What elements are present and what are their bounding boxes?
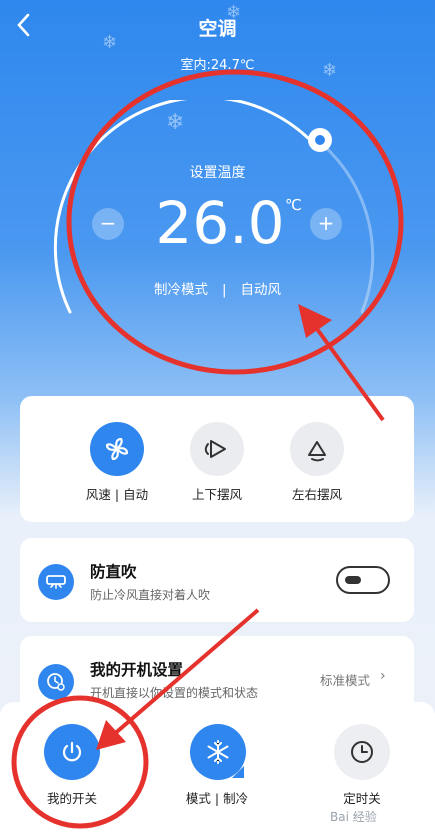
fan-speed-button[interactable] — [90, 422, 144, 476]
snowflake-icon: ❄ — [226, 2, 242, 23]
horizontal-swing-label: 左右摆风 — [291, 487, 342, 502]
vertical-swing-button[interactable] — [190, 422, 244, 476]
anti-direct-blow-card: 防直吹 防止冷风直接对着人吹 — [20, 538, 414, 622]
anti-direct-blow-subtitle: 防止冷风直接对着人吹 — [90, 588, 211, 602]
user-clock-icon — [38, 664, 74, 700]
quick-actions-card: 风速 | 自动 上下摆风 左右摆风 — [20, 396, 414, 522]
horizontal-swing-button[interactable] — [290, 422, 344, 476]
vertical-swing-label: 上下摆风 — [191, 487, 242, 502]
indoor-temperature: 室内:24.7℃ — [180, 58, 255, 73]
power-button[interactable] — [44, 724, 100, 780]
boot-settings-subtitle: 开机直接以你设置的模式和状态 — [90, 686, 259, 700]
increase-temperature-button[interactable]: + — [310, 208, 342, 240]
fan-speed-label: 风速 | 自动 — [85, 487, 149, 502]
set-temperature-label: 设置温度 — [189, 165, 246, 181]
watermark-logo: Bai 经验 — [330, 810, 377, 824]
boot-settings-title: 我的开机设置 — [90, 661, 184, 679]
fan-label: 自动风 — [240, 282, 282, 298]
ac-unit-icon — [38, 564, 74, 600]
snowflake-icon: ❄ — [102, 32, 118, 53]
chevron-right-icon: › — [380, 668, 386, 684]
temperature-unit: ℃ — [285, 196, 302, 214]
snowflake-icon: ❄ — [322, 60, 338, 81]
anti-direct-blow-title: 防直吹 — [90, 563, 137, 581]
timer-off-label: 定时关 — [343, 791, 381, 806]
mode-label: 模式 | 制冷 — [185, 791, 249, 806]
page-title: 空调 — [198, 18, 237, 40]
temperature-value: 26.0 — [155, 189, 285, 257]
vertical-swing-icon — [204, 440, 226, 458]
mode-label: 制冷模式 — [153, 282, 208, 298]
toggle-knob — [345, 576, 361, 584]
mode-separator: | — [221, 282, 227, 298]
horizontal-swing-icon — [308, 441, 326, 462]
snowflake-icon — [207, 740, 229, 764]
anti-direct-blow-toggle[interactable] — [336, 566, 390, 594]
power-icon — [62, 741, 82, 762]
mode-corner-indicator — [232, 766, 244, 778]
decrease-temperature-button[interactable]: − — [92, 208, 124, 240]
mode-summary: 制冷模式 | 自动风 — [0, 278, 435, 298]
power-label: 我的开关 — [46, 791, 97, 806]
boot-settings-value: 标准模式 — [320, 673, 371, 688]
timer-off-button[interactable] — [334, 724, 390, 780]
clock-icon — [351, 741, 373, 763]
fan-icon — [105, 437, 129, 461]
